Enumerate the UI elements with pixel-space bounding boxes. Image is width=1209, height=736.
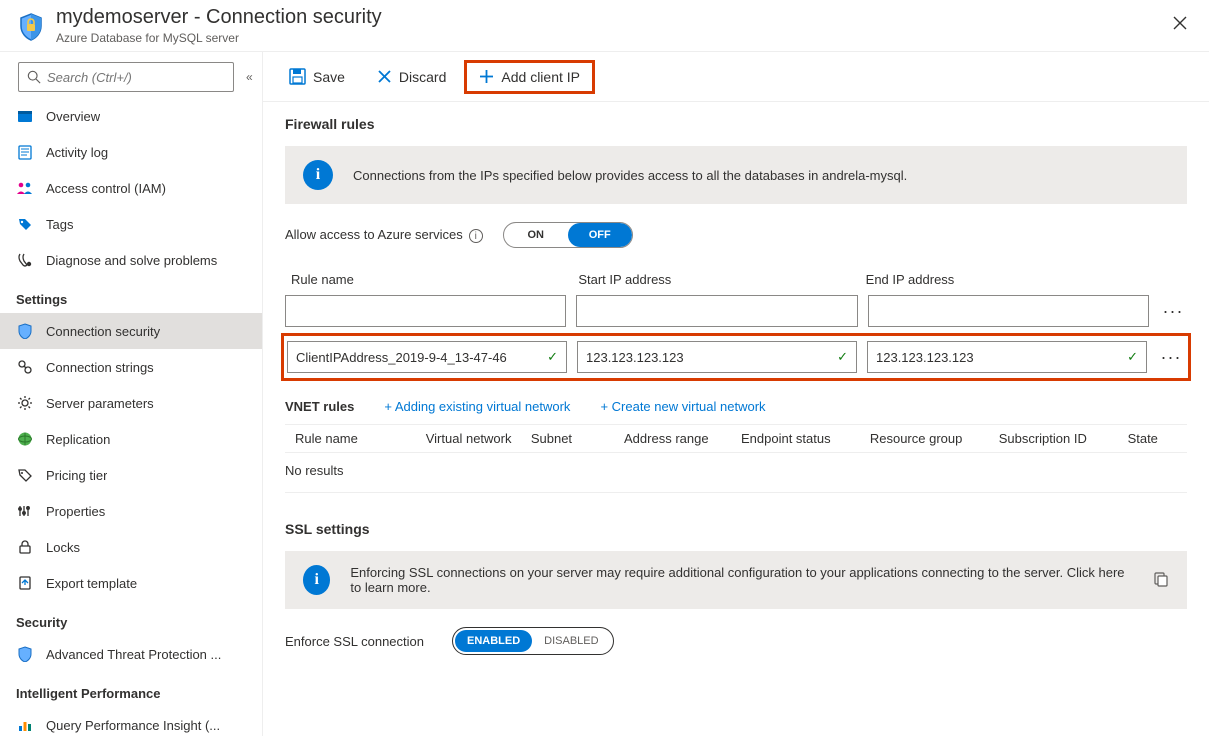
nav-query-perf[interactable]: Query Performance Insight (...	[0, 707, 262, 736]
nav-tags[interactable]: Tags	[0, 206, 262, 242]
nav-pricing-tier[interactable]: Pricing tier	[0, 457, 262, 493]
vnet-title: VNET rules	[285, 399, 354, 414]
col-start-ip: Start IP address	[578, 272, 855, 287]
main-panel: Save Discard Add client IP Firewall rule…	[263, 52, 1209, 736]
chart-icon	[16, 716, 34, 734]
nav-connection-security[interactable]: Connection security	[0, 313, 262, 349]
start-ip-input[interactable]: 123.123.123.123	[577, 341, 857, 373]
nav-server-parameters[interactable]: Server parameters	[0, 385, 262, 421]
row-more-button[interactable]: ···	[1159, 301, 1187, 322]
nav-connection-strings[interactable]: Connection strings	[0, 349, 262, 385]
nav-overview[interactable]: Overview	[0, 98, 262, 134]
save-icon	[289, 68, 306, 85]
pricing-icon	[16, 466, 34, 484]
start-ip-input[interactable]	[576, 295, 857, 327]
gear-icon	[16, 394, 34, 412]
col-end-ip: End IP address	[866, 272, 1143, 287]
export-icon	[16, 574, 34, 592]
firewall-row-client: ClientIPAddress_2019-9-4_13-47-46 123.12…	[285, 337, 1187, 377]
info-circle-icon[interactable]: i	[469, 229, 483, 243]
sidebar-nav: Overview Activity log Access control (IA…	[0, 98, 262, 736]
allow-azure-label: Allow access to Azure servicesi	[285, 227, 483, 244]
rule-name-input[interactable]	[285, 295, 566, 327]
toggle-on-label: ON	[504, 223, 568, 247]
add-client-ip-button[interactable]: Add client IP	[464, 60, 595, 94]
firewall-row-empty: ···	[285, 293, 1187, 329]
nav-locks[interactable]: Locks	[0, 529, 262, 565]
col-rule-name: Rule name	[291, 272, 568, 287]
nav-diagnose[interactable]: Diagnose and solve problems	[0, 242, 262, 278]
save-button[interactable]: Save	[275, 60, 359, 93]
globe-icon	[16, 430, 34, 448]
create-new-vnet-link[interactable]: + Create new virtual network	[600, 399, 765, 414]
discard-button[interactable]: Discard	[363, 61, 460, 93]
shield-small-icon	[16, 322, 34, 340]
connection-icon	[16, 358, 34, 376]
overview-icon	[16, 107, 34, 125]
nav-properties[interactable]: Properties	[0, 493, 262, 529]
nav-activity-log[interactable]: Activity log	[0, 134, 262, 170]
page-title: mydemoserver - Connection security	[56, 6, 382, 29]
end-ip-input[interactable]: 123.123.123.123	[867, 341, 1147, 373]
people-icon	[16, 179, 34, 197]
section-security: Security	[0, 601, 262, 636]
azure-access-toggle[interactable]: ON OFF	[503, 222, 633, 248]
properties-icon	[16, 502, 34, 520]
ssl-info-banner: i Enforcing SSL connections on your serv…	[285, 551, 1187, 609]
info-icon: i	[303, 565, 330, 595]
copy-icon[interactable]	[1153, 571, 1169, 590]
firewall-table: Rule name Start IP address End IP addres…	[285, 268, 1187, 377]
collapse-sidebar-button[interactable]: «	[242, 66, 257, 88]
firewall-title: Firewall rules	[285, 116, 1187, 132]
lock-icon	[16, 538, 34, 556]
rule-name-input[interactable]: ClientIPAddress_2019-9-4_13-47-46	[287, 341, 567, 373]
search-input[interactable]	[18, 62, 234, 92]
ssl-toggle[interactable]: ENABLED DISABLED	[452, 627, 614, 655]
close-button[interactable]	[1165, 12, 1195, 39]
plus-icon	[479, 69, 494, 84]
tag-icon	[16, 215, 34, 233]
ssl-info-text: Enforcing SSL connections on your server…	[350, 565, 1133, 595]
section-settings: Settings	[0, 278, 262, 313]
shield2-icon	[16, 645, 34, 663]
search-icon	[27, 70, 41, 84]
add-existing-vnet-link[interactable]: + Adding existing virtual network	[384, 399, 570, 414]
shield-icon	[18, 14, 44, 40]
sidebar: « Overview Activity log Access control (…	[0, 52, 263, 736]
firewall-info-banner: i Connections from the IPs specified bel…	[285, 146, 1187, 204]
section-intelligent: Intelligent Performance	[0, 672, 262, 707]
ssl-enabled-label: ENABLED	[455, 630, 532, 652]
ssl-disabled-label: DISABLED	[532, 630, 610, 652]
log-icon	[16, 143, 34, 161]
discard-icon	[377, 69, 392, 84]
info-icon: i	[303, 160, 333, 190]
firewall-info-text: Connections from the IPs specified below…	[353, 168, 907, 183]
vnet-empty: No results	[285, 453, 1187, 493]
titlebar: mydemoserver - Connection security Azure…	[0, 0, 1209, 52]
diagnose-icon	[16, 251, 34, 269]
toggle-off-label: OFF	[568, 223, 632, 247]
nav-iam[interactable]: Access control (IAM)	[0, 170, 262, 206]
nav-advanced-threat[interactable]: Advanced Threat Protection ...	[0, 636, 262, 672]
enforce-ssl-label: Enforce SSL connection	[285, 634, 424, 649]
toolbar: Save Discard Add client IP	[263, 52, 1209, 102]
nav-export-template[interactable]: Export template	[0, 565, 262, 601]
page-subtitle: Azure Database for MySQL server	[56, 31, 382, 45]
end-ip-input[interactable]	[868, 295, 1149, 327]
vnet-columns: Rule name Virtual network Subnet Address…	[285, 424, 1187, 453]
row-more-button[interactable]: ···	[1157, 347, 1185, 368]
ssl-title: SSL settings	[285, 521, 1187, 537]
nav-replication[interactable]: Replication	[0, 421, 262, 457]
search-field[interactable]	[47, 70, 225, 85]
